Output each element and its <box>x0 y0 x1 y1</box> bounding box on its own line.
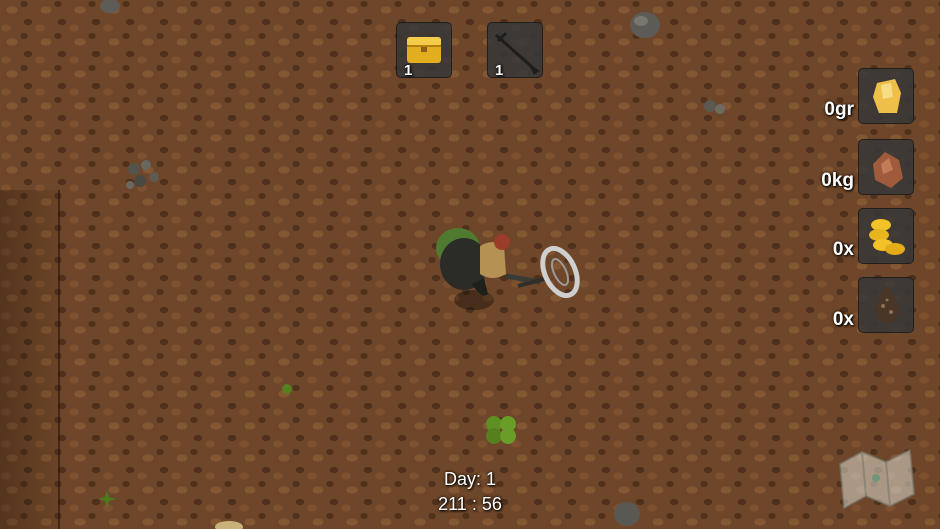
day-label: Day: 1 <box>443 469 497 489</box>
resource-slot-coins[interactable] <box>858 208 914 264</box>
resource-slot-gold[interactable] <box>858 68 914 124</box>
player-character[interactable] <box>422 212 592 327</box>
chest-count: 1 <box>404 62 413 79</box>
clover-plant <box>486 416 516 444</box>
gold-nugget-icon <box>873 79 901 113</box>
shovel-count: 1 <box>495 62 504 79</box>
seed-meteorite-icon <box>876 286 898 323</box>
map-icon[interactable] <box>834 442 920 516</box>
buried-object <box>215 521 243 529</box>
stone-top-left <box>100 0 120 13</box>
ore-amount: 0kg <box>821 170 854 191</box>
resource-slot-ore[interactable] <box>858 139 914 195</box>
time-label: 211 : 56 <box>438 494 502 514</box>
coins-amount: 0x <box>832 239 854 260</box>
stone <box>630 12 660 38</box>
stone-cluster <box>126 160 159 189</box>
rock-ore-icon <box>873 152 903 188</box>
tiny-plant <box>282 384 292 394</box>
inventory-slot-chest[interactable]: 1 <box>396 22 452 79</box>
gold-amount: 0gr <box>824 99 854 120</box>
coins-icon <box>869 219 905 255</box>
inventory-slot-shovel[interactable]: 1 <box>487 22 543 79</box>
seed-amount: 0x <box>832 309 854 330</box>
stone-small <box>704 100 725 114</box>
resource-slot-seed[interactable] <box>858 277 914 333</box>
